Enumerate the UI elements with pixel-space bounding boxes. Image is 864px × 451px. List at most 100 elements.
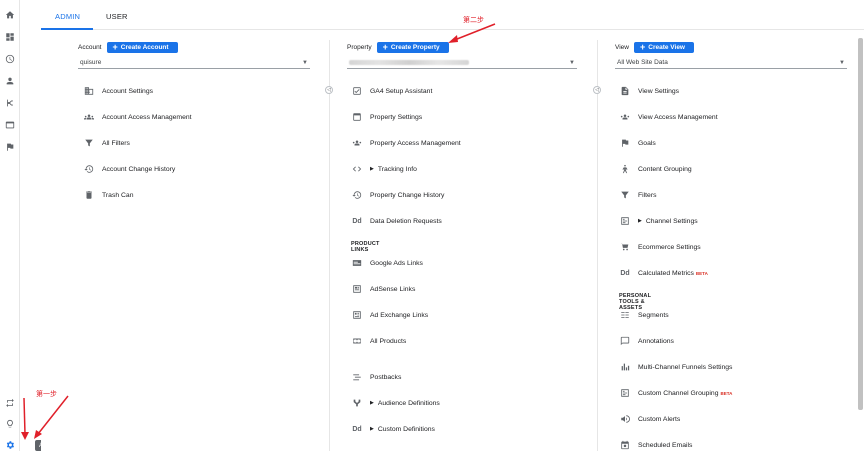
account-settings-item[interactable]: Account Settings [83, 84, 153, 98]
calculated-metrics-item[interactable]: Dd Calculated Metrics BETA [619, 266, 708, 280]
item-label: Ad Exchange Links [370, 311, 429, 319]
item-label: Annotations [638, 337, 674, 345]
item-label: GA4 Setup Assistant [370, 87, 433, 95]
account-change-history-item[interactable]: Account Change History [83, 162, 175, 176]
view-header: View + Create View [615, 42, 694, 53]
item-label: All Filters [102, 139, 130, 147]
history-icon [83, 163, 95, 175]
active-tab-indicator [41, 28, 93, 30]
ecommerce-settings-item[interactable]: Ecommerce Settings [619, 240, 701, 254]
property-settings-item[interactable]: Property Settings [351, 110, 422, 124]
property-change-history-item[interactable]: Property Change History [351, 188, 444, 202]
item-label: Segments [638, 311, 669, 319]
filter-icon [83, 137, 95, 149]
content-grouping-item[interactable]: Content Grouping [619, 162, 692, 176]
plus-icon: + [382, 42, 388, 52]
google-ads-links-item[interactable]: Google Ads Links [351, 256, 423, 270]
admin-main: ADMIN USER Account + Create Account quis… [41, 0, 864, 451]
expand-arrow-icon: ▶ [370, 426, 374, 432]
adexchange-icon [351, 309, 363, 321]
expand-arrow-icon: ▶ [638, 218, 642, 224]
view-settings-item[interactable]: View Settings [619, 84, 679, 98]
trash-can-item[interactable]: Trash Can [83, 188, 133, 202]
item-label: Audience Definitions [377, 399, 440, 407]
create-account-button[interactable]: + Create Account [106, 42, 178, 53]
item-label: Channel Settings [645, 217, 698, 225]
people-icon [351, 137, 363, 149]
collapse-left-icon[interactable]: ◁ [325, 86, 333, 94]
item-label: Property Change History [370, 191, 445, 199]
tracking-info-item[interactable]: ▶ Tracking Info [351, 162, 417, 176]
view-label: View [615, 44, 629, 51]
document-icon [619, 85, 631, 97]
channel-settings-item[interactable]: ▶ Channel Settings [619, 214, 698, 228]
postbacks-icon [351, 371, 363, 383]
postbacks-item[interactable]: Postbacks [351, 370, 401, 384]
all-filters-item[interactable]: All Filters [83, 136, 130, 150]
item-label: Calculated Metrics [638, 269, 694, 277]
adsense-links-item[interactable]: AdSense Links [351, 282, 415, 296]
mcf-settings-item[interactable]: Multi-Channel Funnels Settings [619, 360, 732, 374]
collapse-left-icon[interactable]: ◁ [593, 86, 601, 94]
item-label: Property Settings [370, 113, 423, 121]
plus-icon: + [639, 42, 646, 52]
conversions-flag-icon[interactable] [4, 141, 16, 153]
dashboard-icon[interactable] [4, 31, 16, 43]
ads-icon [351, 257, 363, 269]
ga4-setup-item[interactable]: GA4 Setup Assistant [351, 84, 432, 98]
comment-icon [619, 335, 631, 347]
home-icon[interactable] [4, 9, 16, 21]
channel-icon [619, 215, 631, 227]
channel-icon [619, 387, 631, 399]
tab-user[interactable]: USER [106, 12, 128, 21]
scheduled-emails-item[interactable]: Scheduled Emails [619, 438, 692, 451]
megaphone-icon [619, 413, 631, 425]
custom-definitions-item[interactable]: Dd ▶ Custom Definitions [351, 422, 435, 436]
expand-arrow-icon: ▶ [370, 166, 374, 172]
dropdown-caret-icon: ▼ [569, 59, 575, 66]
create-view-button[interactable]: + Create View [633, 42, 694, 53]
person-icon[interactable] [4, 75, 16, 87]
property-select[interactable]: ▼ [347, 57, 577, 69]
plus-icon: + [112, 42, 118, 52]
filters-item[interactable]: Filters [619, 188, 657, 202]
clock-icon[interactable] [4, 53, 16, 65]
column-divider [329, 40, 330, 451]
account-access-item[interactable]: Account Access Management [83, 110, 192, 124]
audience-definitions-item[interactable]: ▶ Audience Definitions [351, 396, 440, 410]
custom-channel-grouping-item[interactable]: Custom Channel Grouping BETA [619, 386, 732, 400]
annotations-item[interactable]: Annotations [619, 334, 674, 348]
scrollbar[interactable] [858, 38, 863, 410]
goals-item[interactable]: Goals [619, 136, 656, 150]
trash-icon [83, 189, 95, 201]
dd-icon: Dd [620, 269, 630, 277]
account-select[interactable]: quisure ▼ [78, 57, 310, 69]
dropdown-caret-icon: ▼ [839, 59, 845, 66]
ad-exchange-links-item[interactable]: Ad Exchange Links [351, 308, 428, 322]
filter-icon [619, 189, 631, 201]
segments-item[interactable]: Segments [619, 308, 669, 322]
people-icon [83, 111, 95, 123]
step-one-arrow-icon [21, 395, 69, 440]
behavior-icon[interactable] [4, 119, 16, 131]
item-label: Trash Can [102, 191, 134, 199]
products-icon [351, 335, 363, 347]
beta-badge: BETA [695, 270, 708, 276]
item-label: Account Change History [102, 165, 176, 173]
building-icon [83, 85, 95, 97]
property-access-item[interactable]: Property Access Management [351, 136, 461, 150]
create-property-button[interactable]: + Create Property [376, 42, 449, 53]
item-label: Account Access Management [102, 113, 192, 121]
data-deletion-item[interactable]: Dd Data Deletion Requests [351, 214, 441, 228]
account-label: Account [78, 44, 102, 51]
view-access-item[interactable]: View Access Management [619, 110, 718, 124]
account-selected-value: quisure [80, 59, 102, 66]
custom-alerts-item[interactable]: Custom Alerts [619, 412, 680, 426]
item-label: Content Grouping [638, 165, 692, 173]
tab-admin[interactable]: ADMIN [55, 12, 80, 21]
person-run-icon [619, 163, 631, 175]
view-select[interactable]: All Web Site Data ▼ [615, 57, 847, 69]
all-products-item[interactable]: All Products [351, 334, 406, 348]
code-icon [351, 163, 363, 175]
acquisition-icon[interactable] [4, 97, 16, 109]
